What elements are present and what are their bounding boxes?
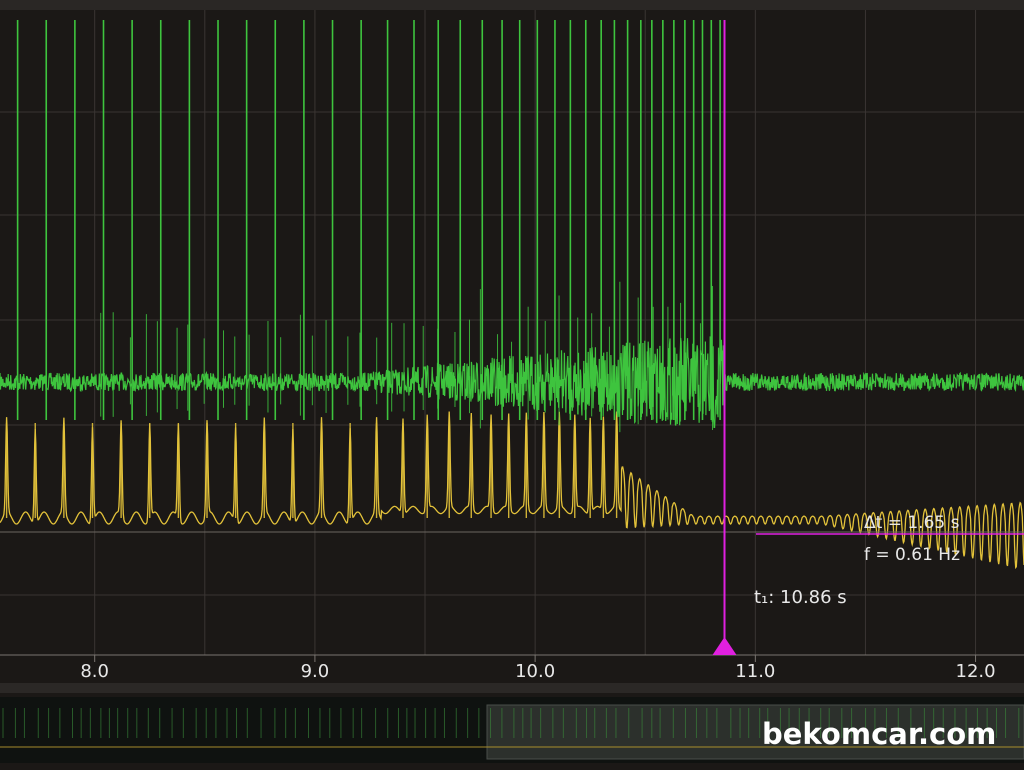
x-tick-label: 11.0 [735, 661, 775, 682]
top-bar [0, 0, 1024, 10]
x-tick-label: 9.0 [301, 661, 330, 682]
x-tick-label: 12.0 [956, 661, 996, 682]
x-tick-label: 8.0 [80, 661, 109, 682]
axis-divider [0, 683, 1024, 693]
frequency-label: f = 0.61 Hz [864, 545, 960, 565]
oscilloscope-chart: 8.0 9.0 10.0 11.0 12.0 Δt = 1.65 s f = 0.61 … [0, 0, 1024, 770]
watermark: bekomcar.com [762, 717, 996, 751]
x-tick-label: 10.0 [515, 661, 555, 682]
delta-time-label: Δt = 1.65 s [864, 513, 960, 533]
cursor-time-label: t₁: 10.86 s [754, 587, 847, 608]
